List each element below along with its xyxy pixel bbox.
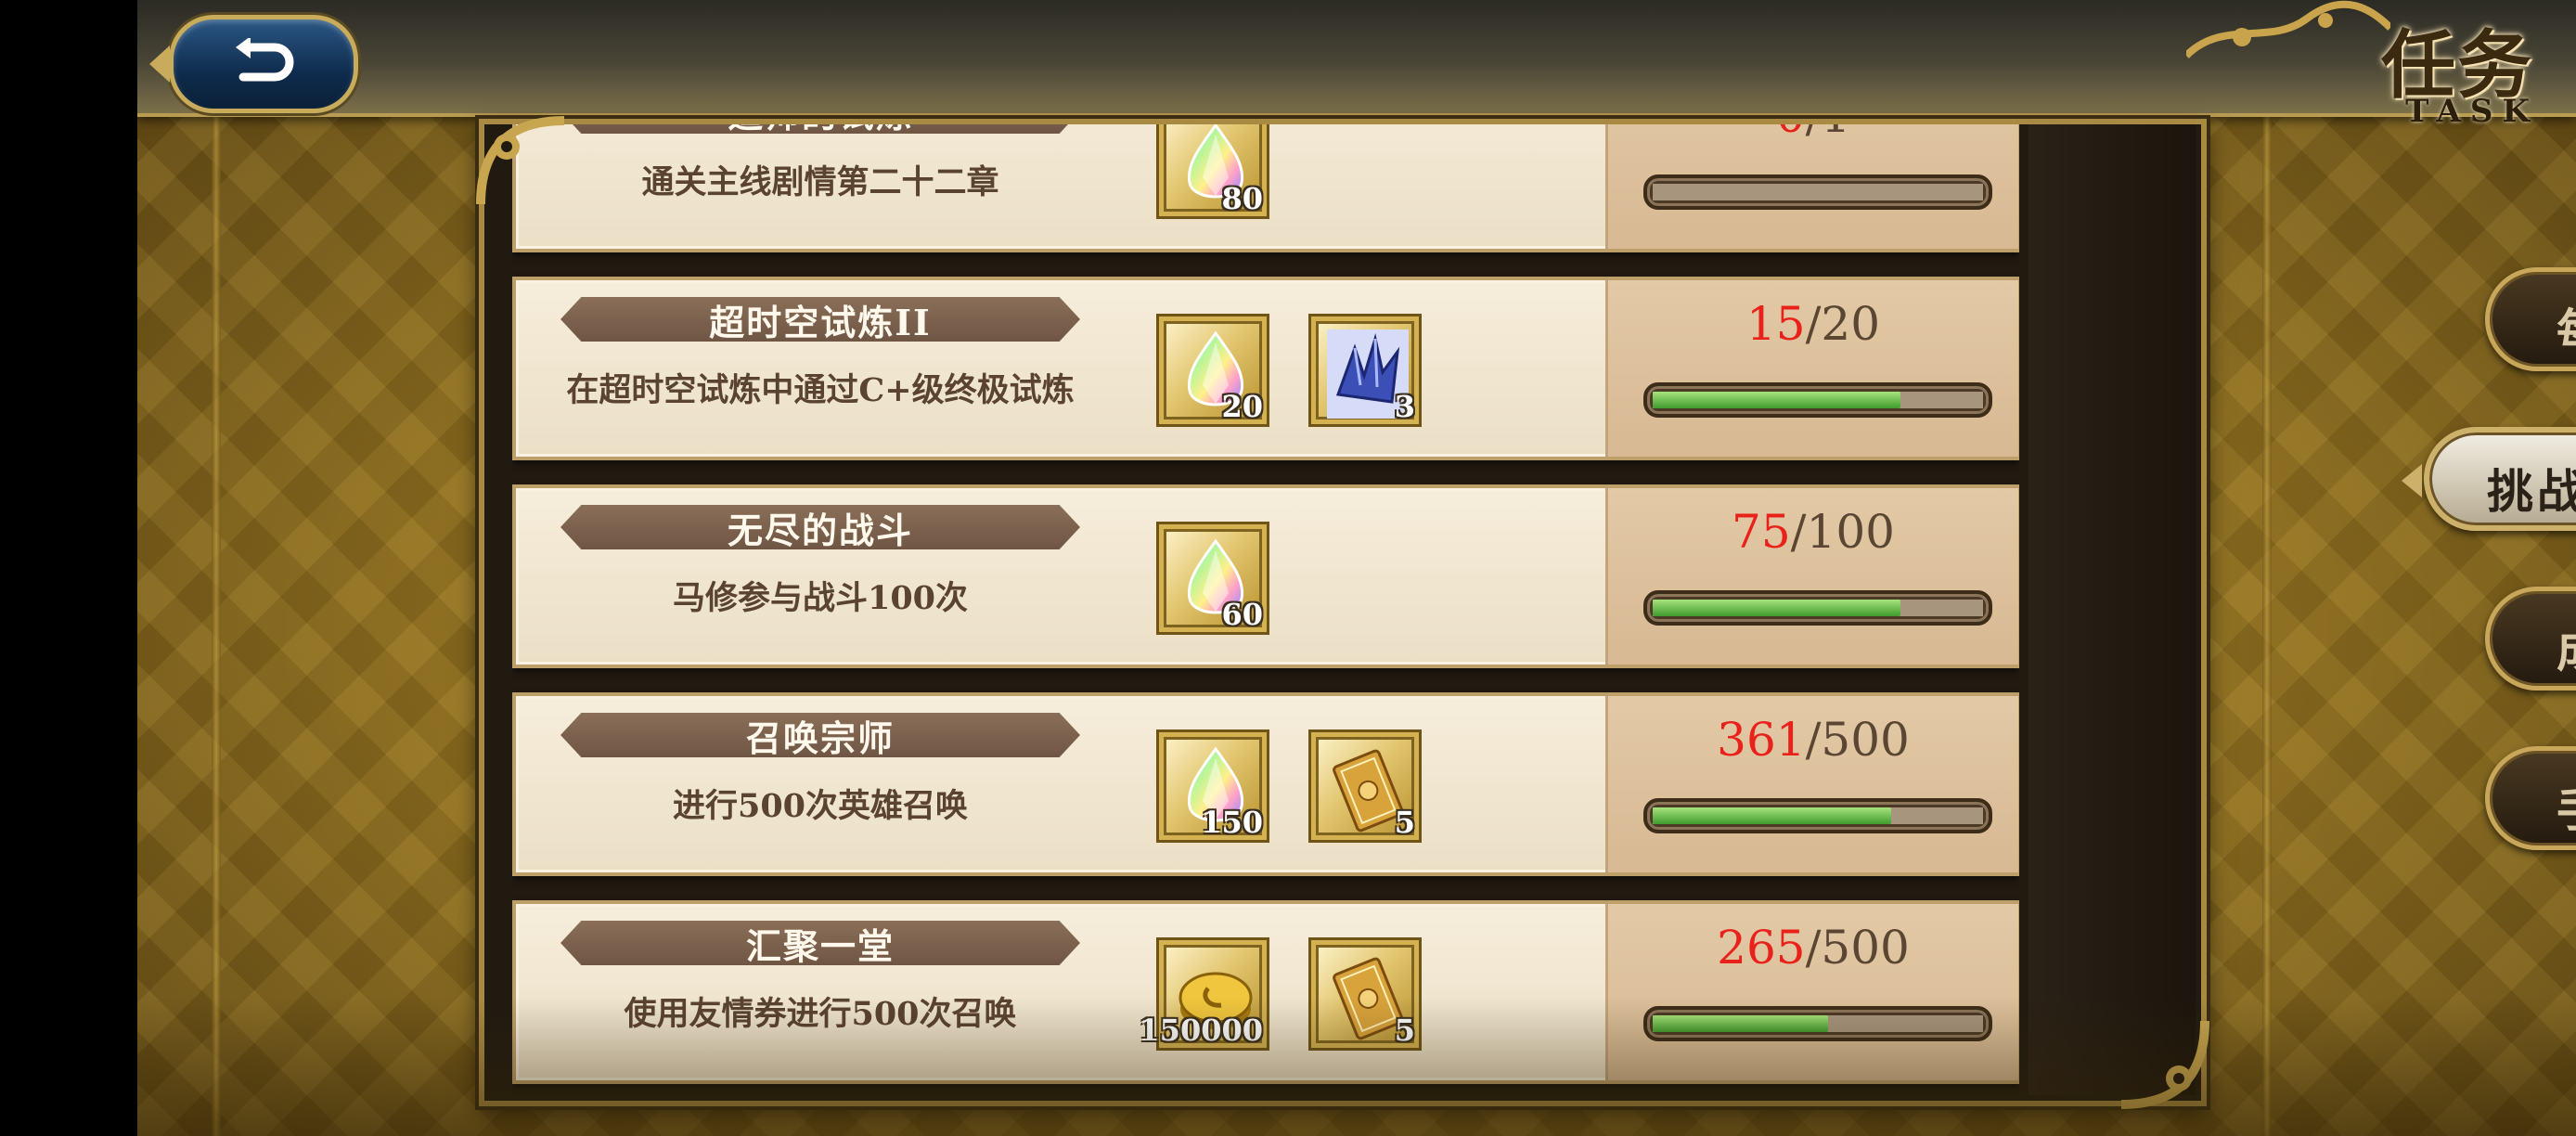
task-row[interactable]: 追师的试炼通关主线剧情第二十二章 80 0/1	[512, 124, 2019, 252]
reward-count: 5	[1394, 1013, 1415, 1048]
side-tab-trophy[interactable]: 成就	[2485, 587, 2576, 691]
progress-fill	[1653, 600, 1900, 616]
progress-bar	[1643, 798, 1992, 833]
progress-total: /100	[1790, 505, 1895, 559]
reward-item[interactable]: 80	[1156, 124, 1269, 219]
side-tab-figure[interactable]: 手办	[2485, 746, 2576, 850]
reward-count: 5	[1394, 805, 1415, 840]
progress-zone: 15/20	[1605, 280, 2018, 457]
progress-bar	[1643, 382, 1992, 418]
progress-bar	[1643, 174, 1992, 210]
progress-total: /1	[1806, 124, 1851, 143]
reward-count: 80	[1221, 181, 1263, 216]
reward-count: 150	[1201, 805, 1263, 840]
progress-current: 75	[1732, 505, 1791, 559]
page-title: 任务 TASK	[2186, 0, 2576, 148]
task-row[interactable]: 汇聚一堂使用友情券进行500次召唤 150000 5 265/500	[512, 900, 2019, 1084]
return-arrow-icon	[236, 38, 294, 82]
task-panel: 追师的试炼通关主线剧情第二十二章 80 0/1 超时空试炼II 在超时空试炼中通过C+级…	[476, 116, 2209, 1109]
task-description: 在超时空试炼中通过C+级终极试炼	[566, 371, 1075, 409]
progress-text: 75/100	[1608, 505, 2018, 559]
progress-total: /500	[1805, 921, 1910, 975]
progress-zone: 265/500	[1605, 904, 2018, 1080]
progress-zone: 75/100	[1605, 488, 2018, 665]
progress-current: 15	[1745, 297, 1806, 351]
progress-current: 0	[1776, 124, 1806, 143]
reward-item[interactable]: 20	[1156, 314, 1269, 427]
progress-text: 265/500	[1608, 921, 2018, 975]
task-description: 马修参与战斗100次	[672, 579, 969, 617]
progress-track	[1653, 184, 1983, 200]
progress-fill	[1653, 1015, 1828, 1032]
corner-flourish-icon	[476, 116, 565, 205]
reward-item[interactable]: 150	[1156, 729, 1269, 843]
progress-fill	[1653, 807, 1891, 824]
task-title-banner: 无尽的战斗	[560, 505, 1080, 549]
task-title-banner: 召唤宗师	[560, 713, 1080, 757]
reward-item[interactable]: 3	[1308, 314, 1422, 427]
task-title-banner: 超时空试炼II	[560, 297, 1080, 342]
progress-text: 361/500	[1608, 713, 2018, 767]
progress-text: 15/20	[1608, 297, 2018, 351]
game-background: 任务 TASK 追师的试炼通关主线剧情第二十二章 80 0/1 超时空试炼II 在超时空…	[137, 0, 2576, 1136]
task-title-banner: 追师的试炼	[560, 124, 1080, 134]
reward-item[interactable]: 5	[1308, 937, 1422, 1051]
progress-total: /20	[1805, 297, 1881, 351]
side-tab-crossed-swords[interactable]: 挑战	[2402, 427, 2576, 531]
side-tab-label: 每日	[2557, 294, 2576, 361]
task-title: 召唤宗师	[745, 716, 895, 759]
reward-item[interactable]: 5	[1308, 729, 1422, 843]
gold-ornament-icon	[2186, 0, 2390, 58]
progress-fill	[1653, 392, 1900, 408]
side-tab-label: 成就	[2557, 613, 2576, 680]
task-description: 进行500次英雄召唤	[672, 787, 969, 825]
reward-item[interactable]: 60	[1156, 522, 1269, 635]
reward-item[interactable]: 150000	[1139, 937, 1269, 1051]
corner-flourish-icon	[2120, 1020, 2209, 1109]
progress-bar	[1643, 590, 1992, 626]
reward-count: 3	[1394, 389, 1415, 424]
progress-current: 265	[1717, 921, 1806, 975]
task-list[interactable]: 追师的试炼通关主线剧情第二十二章 80 0/1 超时空试炼II 在超时空试炼中通过C+级…	[512, 124, 2019, 1095]
side-tab-scroll[interactable]: 每日	[2485, 267, 2576, 371]
task-row[interactable]: 超时空试炼II 在超时空试炼中通过C+级终极试炼 20 3 15/20	[512, 277, 2019, 460]
task-row[interactable]: 召唤宗师进行500次英雄召唤 150 5 361/500	[512, 692, 2019, 876]
reward-count: 20	[1221, 389, 1263, 424]
panel-side-frame	[2029, 124, 2196, 1095]
task-description: 通关主线剧情第二十二章	[641, 163, 999, 201]
reward-count: 150000	[1139, 1013, 1263, 1048]
task-row[interactable]: 无尽的战斗马修参与战斗100次 60 75/100	[512, 484, 2019, 668]
progress-total: /500	[1805, 713, 1910, 767]
reward-count: 60	[1221, 597, 1263, 632]
side-tab-label: 手办	[2557, 773, 2576, 840]
task-title: 追师的试炼	[728, 124, 913, 134]
progress-current: 361	[1717, 713, 1806, 767]
title-english: TASK	[2405, 93, 2539, 130]
task-title: 无尽的战斗	[727, 509, 913, 551]
progress-zone: 0/1	[1605, 124, 2018, 249]
side-tab-label: 挑战	[2487, 464, 2576, 519]
back-button[interactable]	[149, 15, 358, 113]
task-title: 汇聚一堂	[745, 924, 895, 967]
task-title-banner: 汇聚一堂	[560, 921, 1080, 965]
task-description: 使用友情券进行500次召唤	[624, 995, 1017, 1033]
progress-zone: 361/500	[1605, 696, 2018, 872]
progress-bar	[1643, 1006, 1992, 1041]
progress-text: 0/1	[1608, 124, 2018, 143]
task-title: 超时空试炼II	[709, 301, 932, 343]
